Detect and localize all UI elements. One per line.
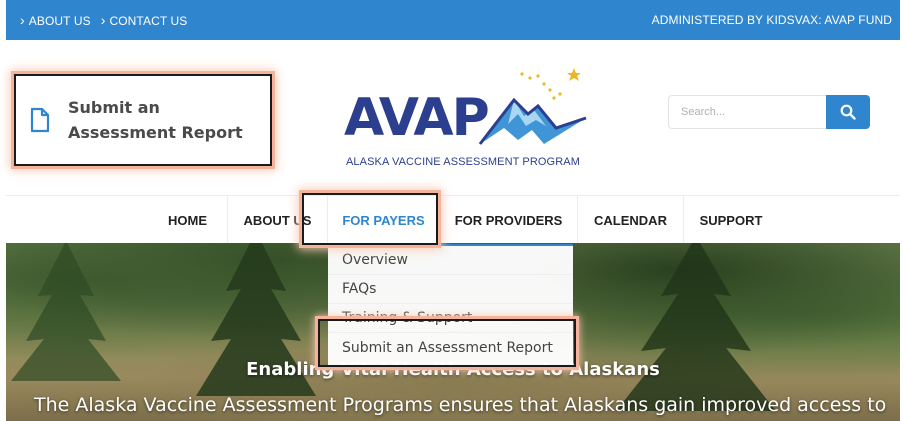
- avap-logo[interactable]: AVAP ALASKA VACCINE ASSESSMENT PROGRAM: [344, 62, 594, 177]
- submit-assessment-report-button[interactable]: Submit an Assessment Report: [14, 74, 272, 166]
- nav-item-for-providers[interactable]: FOR PROVIDERS: [440, 196, 578, 244]
- document-icon: [30, 107, 50, 133]
- search-form: [668, 95, 870, 129]
- top-link-about-us[interactable]: ABOUT US: [20, 12, 91, 28]
- search-input[interactable]: [668, 95, 826, 129]
- tree-decoration: [616, 243, 776, 411]
- top-bar: ABOUT US CONTACT US ADMINISTERED BY KIDS…: [6, 0, 900, 40]
- nav-item-about-us[interactable]: ABOUT US: [228, 196, 328, 244]
- dropdown-item-training-support[interactable]: Training & Support: [328, 304, 573, 333]
- mountain-icon: [478, 68, 587, 145]
- dropdown-item-faqs[interactable]: FAQs: [328, 275, 573, 304]
- site-header: Submit an Assessment Report AVAP ALASKA …: [6, 40, 900, 195]
- dropdown-item-overview[interactable]: Overview: [328, 246, 573, 275]
- administered-by-text: ADMINISTERED BY KIDSVAX: AVAP FUND: [651, 13, 892, 27]
- hero-text: The Alaska Vaccine Assessment Programs e…: [34, 394, 887, 416]
- main-nav: HOME ABOUT US FOR PAYERS FOR PROVIDERS C…: [6, 195, 900, 244]
- nav-item-for-payers[interactable]: FOR PAYERS: [328, 196, 440, 244]
- top-links: ABOUT US CONTACT US: [20, 12, 188, 28]
- nav-item-home[interactable]: HOME: [148, 196, 228, 244]
- search-button[interactable]: [826, 95, 870, 129]
- logo-wordmark: AVAP: [344, 88, 490, 148]
- for-payers-dropdown: Overview FAQs Training & Support Submit …: [328, 244, 573, 368]
- logo-subtitle: ALASKA VACCINE ASSESSMENT PROGRAM: [346, 156, 580, 168]
- nav-item-support[interactable]: SUPPORT: [684, 196, 778, 244]
- nav-item-calendar[interactable]: CALENDAR: [578, 196, 684, 244]
- search-icon: [840, 104, 856, 120]
- submit-assessment-label: Submit an Assessment Report: [68, 98, 243, 142]
- dropdown-item-submit-assessment-report[interactable]: Submit an Assessment Report: [328, 333, 573, 362]
- top-link-contact-us[interactable]: CONTACT US: [101, 12, 188, 28]
